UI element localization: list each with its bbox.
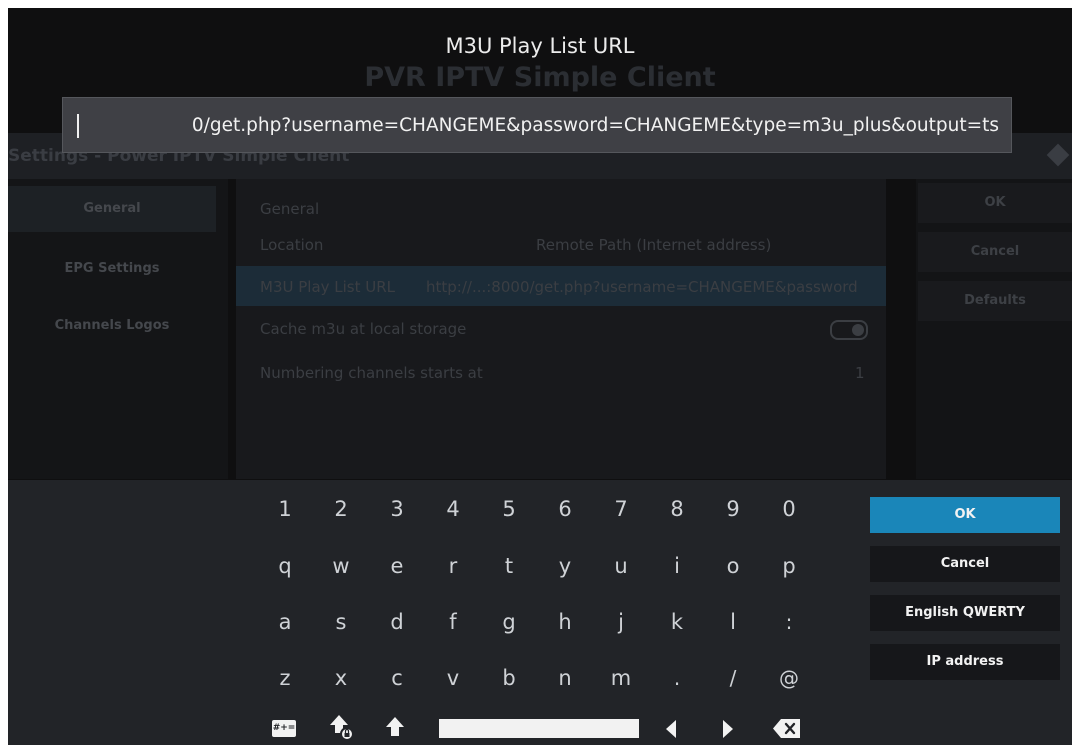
sidebar-item-general[interactable]: General xyxy=(8,201,216,216)
key-q[interactable]: q xyxy=(258,546,312,586)
key-0[interactable]: 0 xyxy=(762,489,816,529)
key-a[interactable]: a xyxy=(258,602,312,642)
row-location-value: Remote Path (Internet address) xyxy=(536,236,772,254)
row-numbering-value: 1 xyxy=(855,364,865,382)
keyboard-heading: M3U Play List URL xyxy=(445,34,635,58)
key-l[interactable]: l xyxy=(706,602,760,642)
key-colon[interactable]: : xyxy=(762,602,816,642)
row-location-label[interactable]: Location xyxy=(260,236,323,254)
row-m3u-url-label[interactable]: M3U Play List URL xyxy=(260,278,395,296)
key-slash[interactable]: / xyxy=(706,658,760,698)
key-o[interactable]: o xyxy=(706,546,760,586)
url-input-value: 0/get.php?username=CHANGEME&password=CHA… xyxy=(191,115,999,136)
arrow-left-icon[interactable] xyxy=(663,718,679,740)
key-1[interactable]: 1 xyxy=(258,489,312,529)
key-8[interactable]: 8 xyxy=(650,489,704,529)
key-c[interactable]: c xyxy=(370,658,424,698)
shift-lock-icon[interactable] xyxy=(328,713,354,741)
key-3[interactable]: 3 xyxy=(370,489,424,529)
key-g[interactable]: g xyxy=(482,602,536,642)
key-w[interactable]: w xyxy=(314,546,368,586)
key-r[interactable]: r xyxy=(426,546,480,586)
key-h[interactable]: h xyxy=(538,602,592,642)
cache-toggle[interactable] xyxy=(830,320,868,340)
key-at[interactable]: @ xyxy=(762,658,816,698)
addon-title: PVR IPTV Simple Client xyxy=(364,62,716,93)
key-j[interactable]: j xyxy=(594,602,648,642)
key-5[interactable]: 5 xyxy=(482,489,536,529)
key-b[interactable]: b xyxy=(482,658,536,698)
backspace-icon[interactable] xyxy=(772,718,802,739)
keyboard-cancel-button[interactable]: Cancel xyxy=(870,546,1060,582)
key-z[interactable]: z xyxy=(258,658,312,698)
kodi-logo-icon xyxy=(1046,143,1070,167)
key-m[interactable]: m xyxy=(594,658,648,698)
settings-cancel-button[interactable]: Cancel xyxy=(918,232,1072,272)
key-d[interactable]: d xyxy=(370,602,424,642)
key-7[interactable]: 7 xyxy=(594,489,648,529)
key-v[interactable]: v xyxy=(426,658,480,698)
keyboard-ok-button[interactable]: OK xyxy=(870,497,1060,533)
key-2[interactable]: 2 xyxy=(314,489,368,529)
space-bar[interactable] xyxy=(439,719,639,738)
sidebar-item-channels-logos[interactable]: Channels Logos xyxy=(8,318,216,333)
key-y[interactable]: y xyxy=(538,546,592,586)
key-6[interactable]: 6 xyxy=(538,489,592,529)
url-input[interactable]: 0/get.php?username=CHANGEME&password=CHA… xyxy=(62,97,1012,153)
layout-english-qwerty-button[interactable]: English QWERTY xyxy=(870,595,1060,631)
text-caret xyxy=(77,114,79,138)
kodi-screen: PVR IPTV Simple Client Settings - Power … xyxy=(8,8,1072,745)
key-period[interactable]: . xyxy=(650,658,704,698)
key-p[interactable]: p xyxy=(762,546,816,586)
arrow-right-icon[interactable] xyxy=(720,718,736,740)
key-9[interactable]: 9 xyxy=(706,489,760,529)
section-label: General xyxy=(260,200,320,218)
sidebar-item-epg-settings[interactable]: EPG Settings xyxy=(8,261,216,276)
ip-address-button[interactable]: IP address xyxy=(870,644,1060,680)
key-i[interactable]: i xyxy=(650,546,704,586)
key-n[interactable]: n xyxy=(538,658,592,698)
key-x[interactable]: x xyxy=(314,658,368,698)
row-m3u-url-value: http://...:8000/get.php?username=CHANGEM… xyxy=(426,278,858,296)
settings-defaults-button[interactable]: Defaults xyxy=(918,281,1072,321)
shift-icon[interactable] xyxy=(384,715,406,739)
settings-ok-button[interactable]: OK xyxy=(918,183,1072,223)
key-4[interactable]: 4 xyxy=(426,489,480,529)
key-s[interactable]: s xyxy=(314,602,368,642)
settings-actions xyxy=(916,179,1072,479)
key-u[interactable]: u xyxy=(594,546,648,586)
key-e[interactable]: e xyxy=(370,546,424,586)
row-cache-label[interactable]: Cache m3u at local storage xyxy=(260,320,466,338)
key-t[interactable]: t xyxy=(482,546,536,586)
symbols-key-icon[interactable]: #+= xyxy=(272,720,296,737)
row-numbering-label[interactable]: Numbering channels starts at xyxy=(260,364,483,382)
key-f[interactable]: f xyxy=(426,602,480,642)
key-k[interactable]: k xyxy=(650,602,704,642)
